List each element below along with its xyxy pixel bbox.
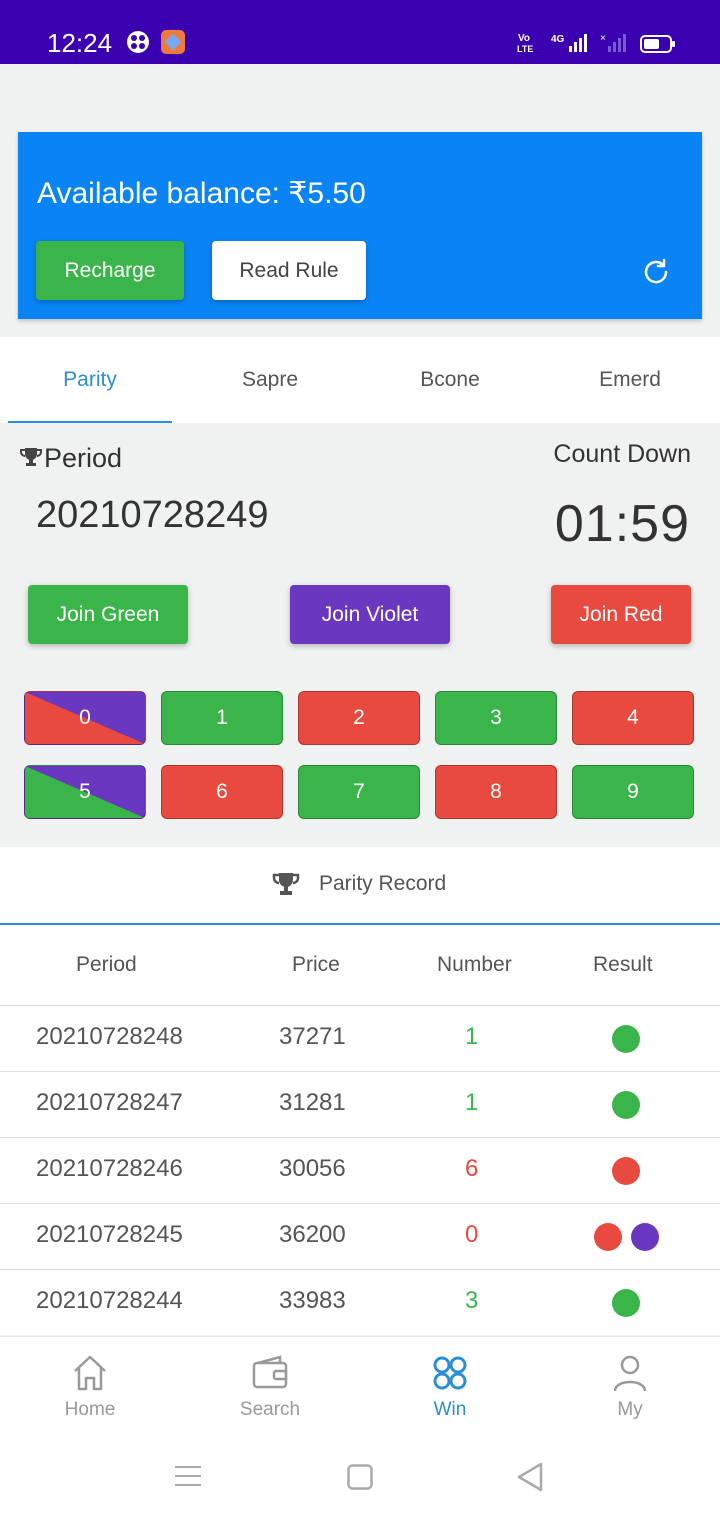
row-period: 20210728246 (36, 1155, 183, 1182)
row-price: 31281 (279, 1089, 346, 1116)
game-tabs: Parity Sapre Bcone Emerd (0, 337, 720, 423)
status-bar: 12:24 Vo LTE 4G × (0, 0, 720, 64)
tab-emerd[interactable]: Emerd (540, 337, 720, 423)
back-icon[interactable] (517, 1462, 543, 1492)
svg-text:LTE: LTE (517, 44, 533, 54)
table-row: 20210728244 33983 3 (0, 1270, 720, 1336)
wallet-icon (252, 1355, 288, 1389)
row-period: 20210728247 (36, 1089, 183, 1116)
row-number: 1 (465, 1023, 479, 1050)
number-button-1[interactable]: 1 (161, 691, 283, 745)
app-notification-icon (127, 31, 149, 53)
number-button-7[interactable]: 7 (298, 765, 420, 819)
nav-label-my: My (617, 1399, 643, 1420)
row-period: 20210728245 (36, 1221, 183, 1248)
read-rule-button[interactable]: Read Rule (212, 241, 366, 300)
system-navigation-bar (0, 1436, 720, 1520)
table-row: 20210728246 30056 6 (0, 1138, 720, 1204)
join-red-button[interactable]: Join Red (551, 585, 691, 644)
row-price: 37271 (279, 1023, 346, 1050)
nav-label-win: Win (433, 1399, 467, 1420)
nav-my[interactable]: My (540, 1337, 720, 1437)
column-header-period: Period (76, 953, 137, 976)
svg-text:Vo: Vo (518, 33, 530, 44)
nav-label-search: Search (239, 1399, 301, 1420)
column-header-result: Result (593, 953, 653, 976)
tab-sapre[interactable]: Sapre (180, 337, 360, 423)
period-label: Period (44, 443, 123, 473)
number-button-9[interactable]: 9 (572, 765, 694, 819)
nav-win[interactable]: Win (360, 1337, 540, 1437)
bottom-navigation: Home Search Win My (0, 1336, 720, 1437)
row-number: 0 (465, 1221, 479, 1248)
available-balance: Available balance: ₹5.50 (37, 177, 366, 210)
row-price: 36200 (279, 1221, 346, 1248)
parity-record-header: Parity Record (0, 847, 720, 925)
parity-record-table: Period Price Number Result 20210728248 3… (0, 925, 720, 1335)
tab-bcone[interactable]: Bcone (360, 337, 540, 423)
number-button-8[interactable]: 8 (435, 765, 557, 819)
column-header-price: Price (292, 953, 340, 976)
result-dot-violet (631, 1223, 659, 1251)
svg-text:4G: 4G (551, 34, 565, 45)
nav-home[interactable]: Home (0, 1337, 180, 1437)
active-tab-indicator (8, 421, 172, 423)
nav-label-home: Home (64, 1399, 116, 1420)
balance-card: Available balance: ₹5.50 Recharge Read R… (18, 132, 702, 319)
row-price: 30056 (279, 1155, 346, 1182)
parity-record-title: Parity Record (319, 872, 447, 895)
app-shortcut-icon (161, 30, 185, 54)
recharge-button[interactable]: Recharge (36, 241, 184, 300)
menu-icon[interactable] (175, 1464, 201, 1488)
trophy-icon (272, 873, 300, 895)
row-number: 1 (465, 1089, 479, 1116)
tab-parity[interactable]: Parity (0, 337, 180, 423)
status-time: 12:24 (47, 28, 113, 58)
number-button-6[interactable]: 6 (161, 765, 283, 819)
trophy-icon (20, 448, 42, 466)
row-number: 6 (465, 1155, 479, 1182)
signal-weak-icon: × (600, 33, 626, 52)
table-row: 20210728245 36200 0 (0, 1204, 720, 1270)
refresh-icon[interactable] (640, 256, 672, 288)
number-button-3[interactable]: 3 (435, 691, 557, 745)
volte-icon: Vo LTE (517, 33, 533, 54)
nav-search[interactable]: Search (180, 1337, 360, 1437)
join-green-button[interactable]: Join Green (28, 585, 188, 644)
svg-text:×: × (600, 33, 606, 44)
battery-icon (640, 35, 675, 53)
countdown-value: 01:59 (554, 495, 690, 553)
row-period: 20210728244 (36, 1287, 183, 1314)
result-dot-green (612, 1289, 640, 1317)
user-icon (613, 1355, 647, 1392)
table-row: 20210728248 37271 1 (0, 1006, 720, 1072)
column-header-number: Number (437, 953, 512, 976)
result-dot-green (612, 1025, 640, 1053)
row-period: 20210728248 (36, 1023, 183, 1050)
countdown-label: Count Down (553, 440, 691, 468)
row-price: 33983 (279, 1287, 346, 1314)
period-value: 20210728249 (36, 494, 269, 536)
home-square-icon[interactable] (347, 1464, 373, 1490)
number-button-4[interactable]: 4 (572, 691, 694, 745)
result-dot-red (612, 1157, 640, 1185)
join-violet-button[interactable]: Join Violet (290, 585, 450, 644)
win-icon (433, 1356, 467, 1390)
number-button-0[interactable]: 0 (24, 691, 146, 745)
signal-icon: 4G (551, 34, 587, 52)
home-icon (74, 1355, 106, 1391)
result-dot-red (594, 1223, 622, 1251)
row-number: 3 (465, 1287, 479, 1314)
result-dot-green (612, 1091, 640, 1119)
number-button-2[interactable]: 2 (298, 691, 420, 745)
table-row: 20210728247 31281 1 (0, 1072, 720, 1138)
number-button-5[interactable]: 5 (24, 765, 146, 819)
